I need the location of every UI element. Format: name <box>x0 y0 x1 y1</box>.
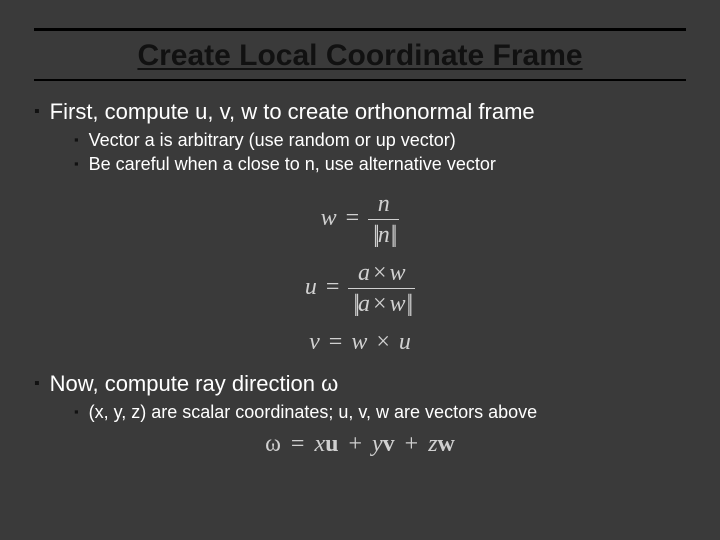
times-icon: × <box>370 260 390 286</box>
eq-v: v <box>383 431 395 457</box>
eq-u-num-w: w <box>390 260 406 286</box>
bullet-first: ▪ First, compute u, v, w to create ortho… <box>34 99 692 125</box>
eq-w-frac: n ||n|| <box>368 189 399 250</box>
eq-z: z <box>428 431 437 457</box>
subbullet-arbitrary: ▪ Vector a is arbitrary (use random or u… <box>74 129 692 151</box>
eq-u-lhs: u <box>305 274 317 300</box>
rule-top <box>34 28 686 31</box>
eq-w-den-n: n <box>378 222 390 248</box>
eq-w-lhs: w <box>321 205 337 231</box>
square-bullet-icon: ▪ <box>34 99 40 125</box>
eq-u: u = a×w ||a×w|| <box>28 258 692 319</box>
bullet-now: ▪ Now, compute ray direction ω <box>34 371 692 397</box>
equals-sign: = <box>287 431 309 457</box>
rule-bottom <box>34 79 686 81</box>
eq-y: y <box>372 431 383 457</box>
subbullet-scalars: ▪ (x, y, z) are scalar coordinates; u, v… <box>74 401 692 423</box>
eq-w-den: ||n|| <box>368 219 399 250</box>
bullet-text: (x, y, z) are scalar coordinates; u, v, … <box>89 401 538 423</box>
eq-u: u <box>325 431 338 457</box>
plus-sign: + <box>344 431 366 457</box>
eq-w: w = n ||n|| <box>28 189 692 250</box>
eq-u-den: ||a×w|| <box>348 288 415 319</box>
equation-omega: ω = xu + yv + zw <box>28 431 692 458</box>
eq-u-frac: a×w ||a×w|| <box>348 258 415 319</box>
eq-x: x <box>314 431 325 457</box>
eq-v-lhs: v <box>309 329 320 355</box>
eq-u-den-a: a <box>358 291 370 317</box>
bullet-text: Be careful when a close to n, use altern… <box>89 153 496 175</box>
equations-uvw: w = n ||n|| u = a×w ||a×w|| v = w × u <box>28 189 692 357</box>
slide-title: Create Local Coordinate Frame <box>28 39 692 73</box>
eq-v: v = w × u <box>28 327 692 357</box>
subbullet-careful: ▪ Be careful when a close to n, use alte… <box>74 153 692 175</box>
square-bullet-icon: ▪ <box>34 371 40 397</box>
equals-sign: = <box>326 329 346 355</box>
eq-v-w: w <box>351 329 367 355</box>
plus-sign: + <box>401 431 423 457</box>
slide: Create Local Coordinate Frame ▪ First, c… <box>0 0 720 540</box>
bullet-text: First, compute u, v, w to create orthono… <box>50 99 535 125</box>
times-icon: × <box>373 329 393 355</box>
eq-v-u: u <box>399 329 411 355</box>
eq-u-num: a×w <box>348 258 415 288</box>
eq-u-den-w: w <box>390 291 406 317</box>
bullet-text: Vector a is arbitrary (use random or up … <box>89 129 456 151</box>
equals-sign: = <box>343 205 363 231</box>
square-bullet-icon: ▪ <box>74 129 79 151</box>
eq-w-num: n <box>368 189 399 219</box>
square-bullet-icon: ▪ <box>74 153 79 175</box>
eq-w: w <box>438 431 455 457</box>
bullet-text: Now, compute ray direction ω <box>50 371 339 397</box>
omega-symbol: ω <box>265 431 281 457</box>
eq-u-num-a: a <box>358 260 370 286</box>
square-bullet-icon: ▪ <box>74 401 79 423</box>
equals-sign: = <box>323 274 343 300</box>
times-icon: × <box>370 291 390 317</box>
